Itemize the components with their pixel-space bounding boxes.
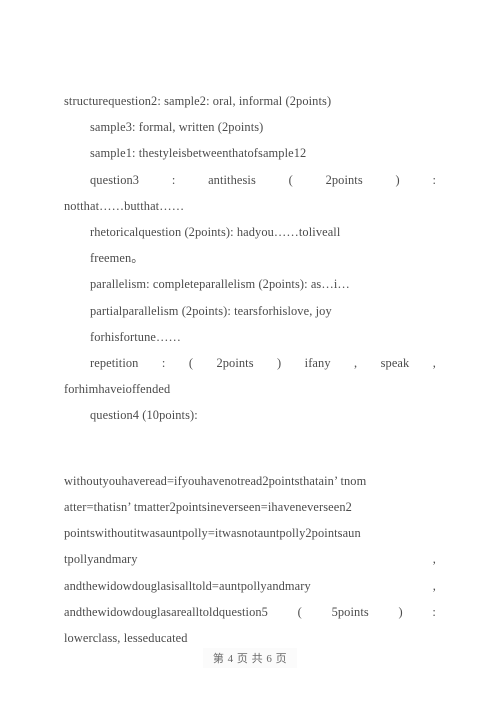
text-segment: , [354, 356, 358, 371]
text-segment: 2points [325, 172, 363, 187]
page-number-label: 第 4 页 共 6 页 [212, 653, 288, 665]
text-segment: andthewidowdouglasisalltold=auntpollyand… [64, 578, 311, 593]
text-line: forhimhaveioffended [64, 382, 171, 397]
text-segment: : [432, 604, 436, 619]
text-line-justified: andthewidowdouglasisalltold=auntpollyand… [64, 573, 436, 599]
text-segment: repetition [90, 356, 139, 371]
text-segment: tpollyandmary [64, 552, 138, 567]
text-segment: speak [380, 356, 410, 371]
text-line: freemen。 [90, 251, 144, 266]
text-segment: ( [288, 172, 293, 187]
text-line: parallelism: completeparallelism (2point… [90, 277, 350, 292]
text-segment: : [171, 172, 176, 187]
text-line: question4 (10points): [90, 408, 198, 423]
text-line: atter=thatisn’ tmatter2pointsineverseen=… [64, 500, 352, 515]
text-segment: , [432, 578, 436, 593]
text-line-justified: question3 : antithesis ( 2points ) : [90, 167, 436, 193]
text-segment: ( [188, 356, 194, 371]
text-segment: ) [277, 356, 282, 371]
text-line: structurequestion2: sample2: oral, infor… [64, 94, 332, 108]
text-line: partialparallelism (2points): tearsforhi… [90, 303, 332, 318]
text-segment: 5points [331, 604, 369, 619]
text-segment: , [432, 552, 436, 567]
text-segment: ) [398, 604, 403, 619]
document-text-body: structurequestion2: sample2: oral, infor… [64, 88, 436, 651]
text-line: withoutyouhaveread=ifyouhavenotread2poin… [64, 473, 367, 488]
document-page: structurequestion2: sample2: oral, infor… [0, 0, 500, 707]
text-segment: question3 [90, 172, 140, 187]
text-segment: andthewidowdouglasarealltoldquestion5 [64, 604, 268, 619]
text-segment: antithesis [208, 172, 256, 187]
text-segment: , [432, 356, 436, 371]
text-segment: : [432, 172, 436, 187]
page-number-band: 第 4 页 共 6 页 [202, 648, 298, 668]
text-line: rhetoricalquestion (2points): hadyou……to… [90, 225, 341, 240]
text-line: pointswithoutitwasauntpolly=itwasnotaunt… [64, 526, 361, 541]
text-line: notthat……butthat…… [64, 198, 185, 213]
text-line: sample1: thestyleisbetweenthatofsample12 [90, 146, 307, 161]
text-segment: 2points [216, 356, 254, 371]
text-line-justified: andthewidowdouglasarealltoldquestion5 ( … [64, 599, 436, 625]
text-line-justified: repetition : ( 2points ) ifany , speak , [90, 350, 436, 376]
text-segment: : [161, 356, 166, 371]
text-segment: ifany [304, 356, 331, 371]
text-line-justified: tpollyandmary , [64, 546, 436, 572]
text-line: sample3: formal, written (2points) [90, 120, 264, 135]
page-footer: 第 4 页 共 6 页 [0, 648, 500, 668]
text-line: forhisfortune…… [90, 329, 181, 344]
text-segment: ( [297, 604, 302, 619]
text-segment: ) [395, 172, 400, 187]
